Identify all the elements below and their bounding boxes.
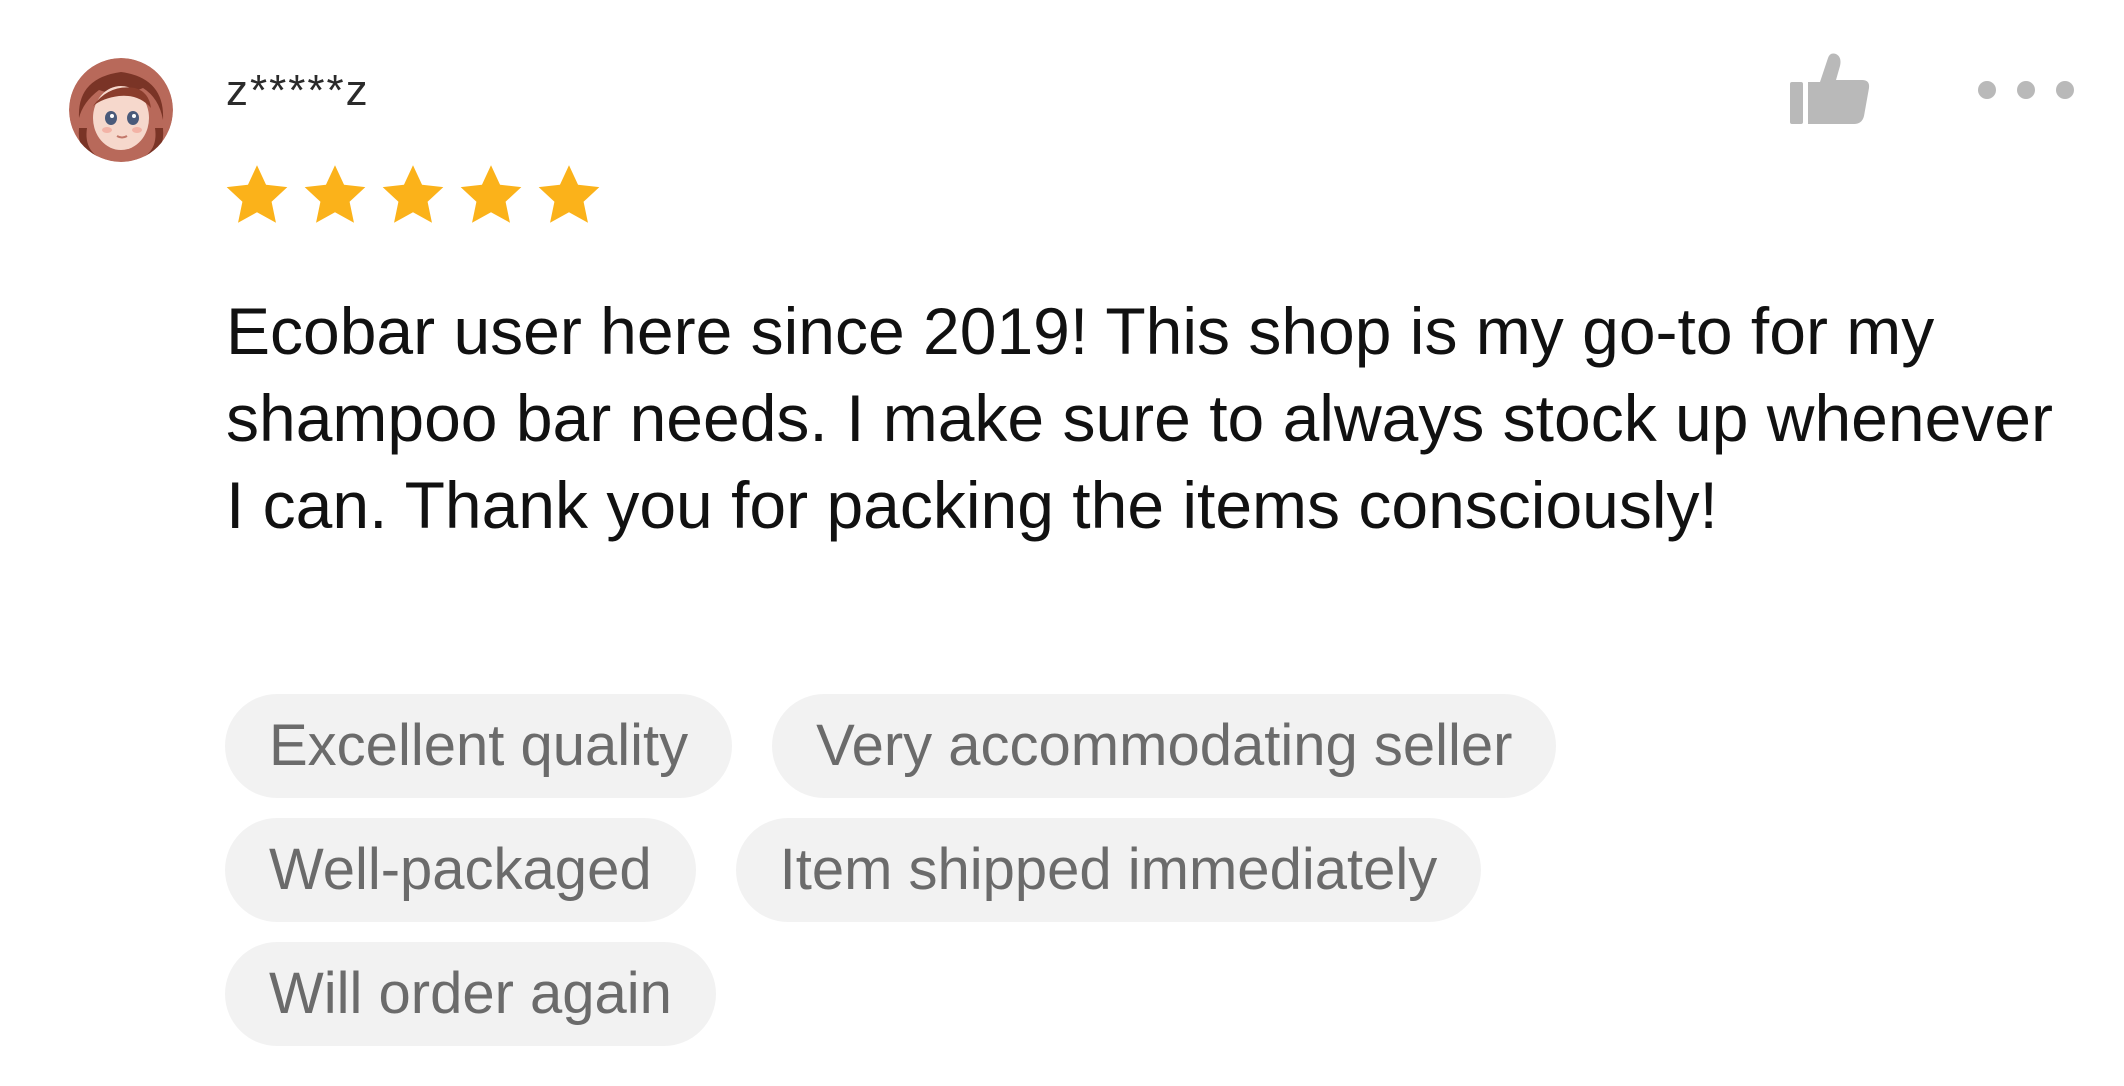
tag-very-accommodating-seller[interactable]: Very accommodating seller	[772, 694, 1557, 798]
star-icon	[226, 165, 288, 223]
more-options-dot	[2017, 81, 2035, 99]
avatar-image	[69, 58, 173, 162]
star-icon	[382, 165, 444, 223]
reviewer-username: z*****z	[226, 66, 370, 115]
tag-row: Will order again	[225, 942, 2025, 1046]
thumbs-up-icon[interactable]	[1790, 52, 1870, 126]
star-rating	[222, 160, 604, 232]
star-icon	[538, 165, 600, 223]
star-icon	[304, 165, 366, 223]
review-text: Ecobar user here since 2019! This shop i…	[226, 294, 2053, 542]
tag-well-packaged[interactable]: Well-packaged	[225, 818, 696, 922]
more-options-dot	[1978, 81, 1996, 99]
tag-excellent-quality[interactable]: Excellent quality	[225, 694, 733, 798]
star-icon	[460, 165, 522, 223]
tag-item-shipped-immediately[interactable]: Item shipped immediately	[735, 818, 1482, 922]
more-options-dot	[2056, 81, 2074, 99]
review-tags: Excellent quality Very accommodating sel…	[225, 694, 2025, 1066]
avatar[interactable]	[69, 58, 173, 162]
review-card: z*****z Ecobar user here since 2019! Thi…	[0, 0, 2124, 1086]
more-options-icon[interactable]	[1978, 70, 2074, 110]
tag-row: Excellent quality Very accommodating sel…	[225, 694, 2025, 798]
tag-row: Well-packaged Item shipped immediately	[225, 818, 2025, 922]
tag-will-order-again[interactable]: Will order again	[225, 942, 716, 1046]
